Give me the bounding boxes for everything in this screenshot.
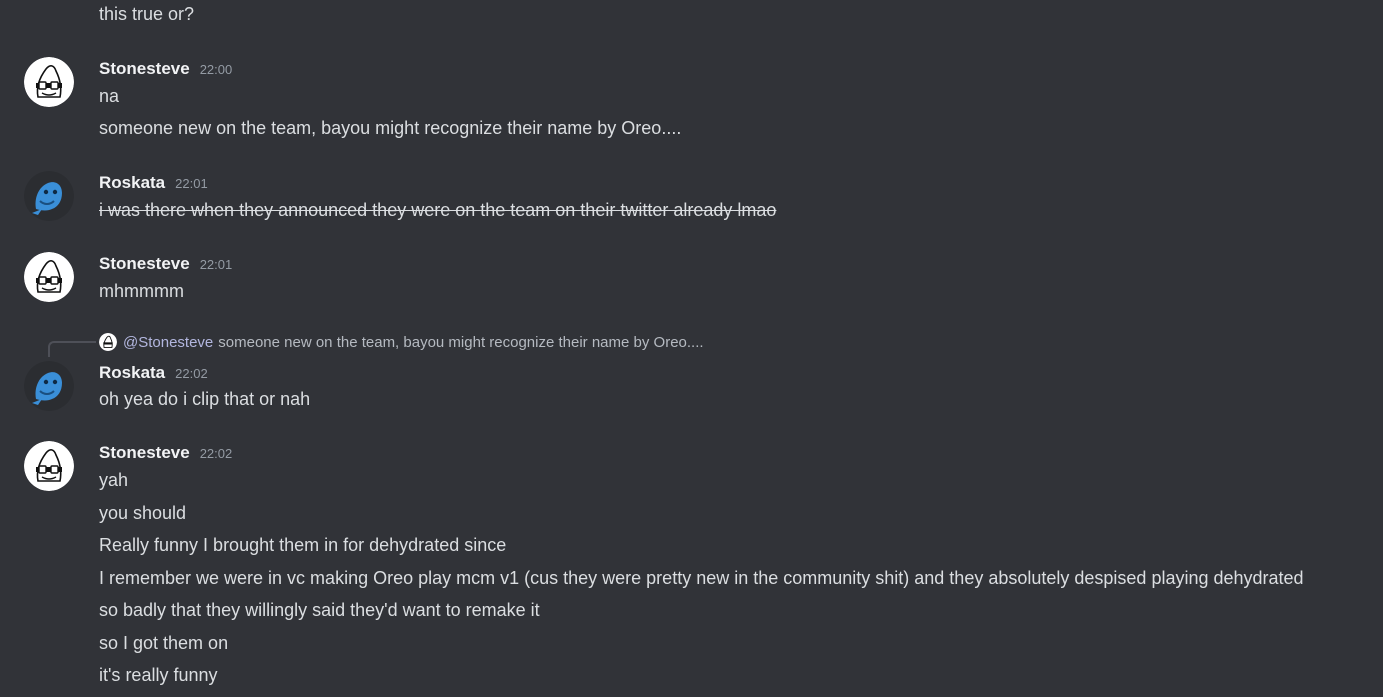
strikethrough-message-line: i was there when they announced they wer… xyxy=(99,200,777,220)
message-line: na xyxy=(99,86,120,106)
stonesteve-avatar-icon xyxy=(99,333,117,351)
message-line: this true or? xyxy=(99,4,195,24)
roskata-avatar-icon[interactable] xyxy=(24,171,74,221)
message-line: someone new on the team, bayou might rec… xyxy=(99,118,682,138)
stonesteve-avatar-icon[interactable] xyxy=(24,57,74,107)
message-header: Stonesteve 22:01 xyxy=(99,252,232,276)
reply-text: someone new on the team, bayou might rec… xyxy=(218,333,704,351)
message-header: Roskata 22:01 xyxy=(99,171,208,195)
author-name[interactable]: Stonesteve xyxy=(99,441,190,465)
author-name[interactable]: Stonesteve xyxy=(99,252,190,276)
message-line: so badly that they willingly said they'd… xyxy=(99,600,540,620)
message-header: Stonesteve 22:02 xyxy=(99,441,232,465)
author-name[interactable]: Stonesteve xyxy=(99,57,190,81)
reply-preview[interactable]: @Stonesteve someone new on the team, bay… xyxy=(99,332,704,352)
reply-mention[interactable]: @Stonesteve xyxy=(123,334,213,351)
timestamp: 22:02 xyxy=(199,446,233,461)
message-header: Stonesteve 22:00 xyxy=(99,57,232,81)
message-line: oh yea do i clip that or nah xyxy=(99,389,311,409)
message-line: so I got them on xyxy=(99,633,229,653)
chat-message-list: this true or? Stonesteve 22:00 na someon… xyxy=(0,0,1383,697)
message-header: Roskata 22:02 xyxy=(99,361,208,385)
author-name[interactable]: Roskata xyxy=(99,171,165,195)
message-line: mhmmmm xyxy=(99,281,184,301)
roskata-avatar-icon[interactable] xyxy=(24,361,74,411)
timestamp: 22:01 xyxy=(199,257,233,272)
message-line: I remember we were in vc making Oreo pla… xyxy=(99,568,1304,588)
reply-spine xyxy=(48,341,96,357)
message-line: you should xyxy=(99,503,187,523)
author-name[interactable]: Roskata xyxy=(99,361,165,385)
message-line: Really funny I brought them in for dehyd… xyxy=(99,535,507,555)
timestamp: 22:00 xyxy=(199,62,233,77)
message-line: yah xyxy=(99,470,129,490)
stonesteve-avatar-icon[interactable] xyxy=(24,252,74,302)
timestamp: 22:02 xyxy=(175,366,208,381)
message-line: it's really funny xyxy=(99,665,218,685)
timestamp: 22:01 xyxy=(175,176,208,191)
stonesteve-avatar-icon[interactable] xyxy=(24,441,74,491)
